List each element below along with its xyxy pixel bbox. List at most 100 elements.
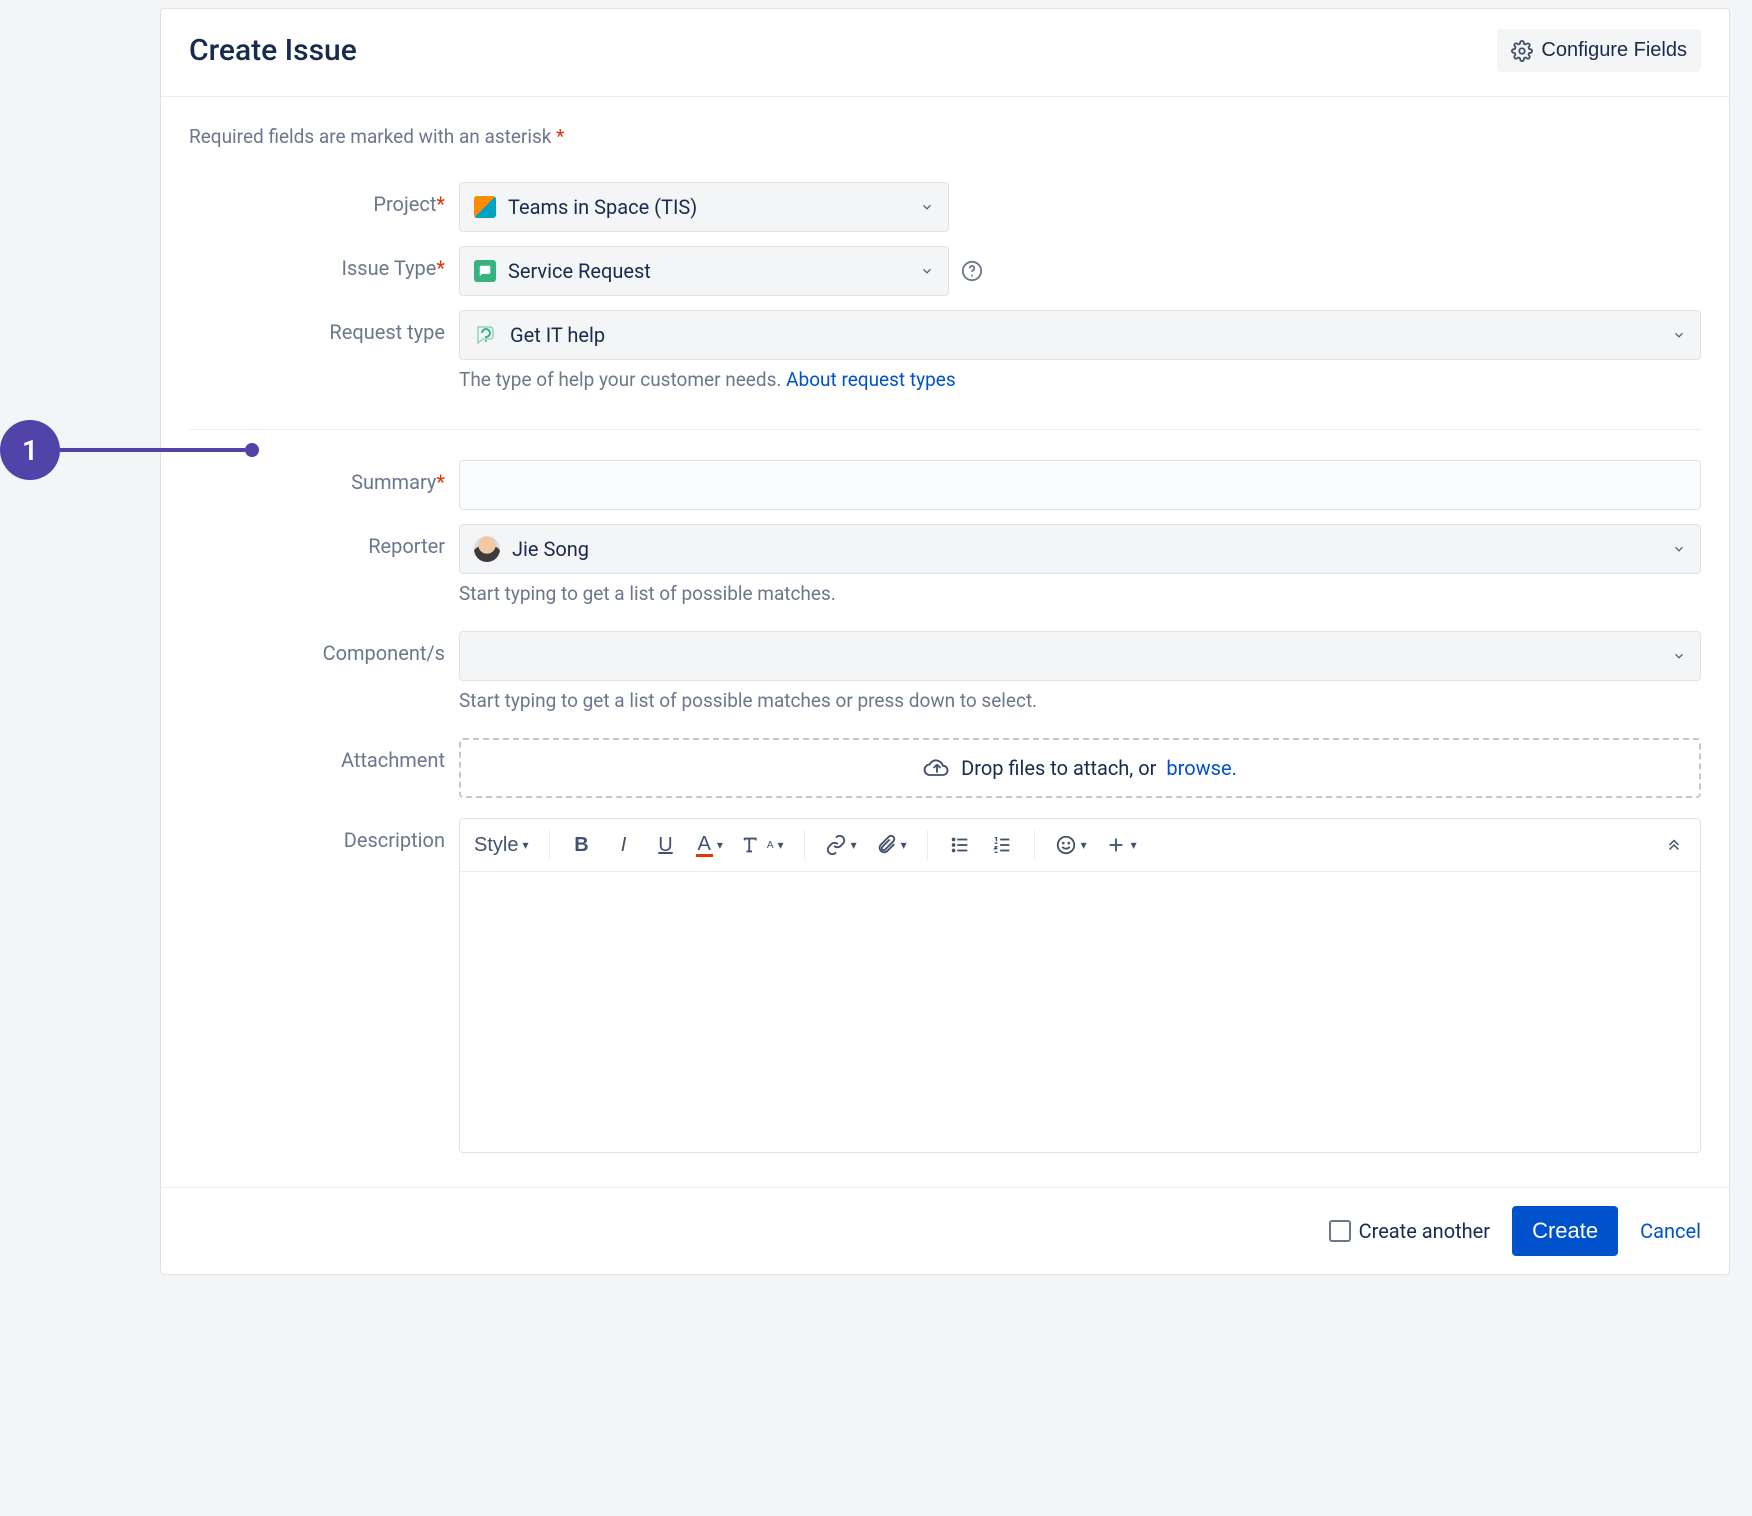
chevron-down-icon: ▾ bbox=[1081, 838, 1087, 852]
style-label: Style bbox=[474, 834, 518, 857]
attachment-button[interactable]: ▾ bbox=[867, 823, 915, 867]
asterisk-icon: * bbox=[556, 125, 564, 148]
summary-input[interactable] bbox=[459, 460, 1701, 510]
emoji-icon bbox=[1055, 834, 1077, 856]
paperclip-icon bbox=[875, 834, 897, 856]
create-another-checkbox[interactable]: Create another bbox=[1329, 1219, 1490, 1243]
request-type-help: The type of help your customer needs. Ab… bbox=[459, 368, 1701, 391]
summary-label-text: Summary bbox=[351, 470, 436, 494]
dialog-footer: Create another Create Cancel bbox=[161, 1187, 1729, 1274]
project-label: Project* bbox=[189, 182, 459, 216]
numbered-list-icon bbox=[991, 834, 1013, 856]
issue-type-help-icon[interactable] bbox=[961, 260, 983, 282]
questions-icon bbox=[474, 323, 498, 347]
description-editor: Style ▾ B I U A▾ A▾ bbox=[459, 818, 1701, 1153]
browse-link[interactable]: browse. bbox=[1166, 756, 1236, 780]
callout-annotation: 1 bbox=[0, 420, 259, 480]
chevron-down-icon bbox=[1672, 542, 1686, 556]
request-type-value: Get IT help bbox=[510, 323, 605, 347]
chevron-down-icon bbox=[1672, 328, 1686, 342]
reporter-value: Jie Song bbox=[512, 537, 589, 561]
request-type-label: Request type bbox=[189, 310, 459, 344]
chevron-down-icon: ▾ bbox=[851, 838, 857, 852]
asterisk-icon: * bbox=[436, 256, 445, 280]
configure-fields-button[interactable]: Configure Fields bbox=[1497, 29, 1701, 72]
chevron-down-icon: ▾ bbox=[1131, 838, 1137, 852]
section-divider bbox=[189, 429, 1701, 430]
issue-type-value: Service Request bbox=[508, 259, 651, 283]
italic-button[interactable]: I bbox=[604, 823, 644, 867]
request-type-help-text: The type of help your customer needs. bbox=[459, 368, 786, 391]
request-type-select[interactable]: Get IT help bbox=[459, 310, 1701, 360]
double-chevron-up-icon bbox=[1665, 836, 1683, 854]
checkbox-icon bbox=[1329, 1220, 1351, 1242]
chevron-down-icon: ▾ bbox=[778, 838, 784, 852]
chevron-down-icon: ▾ bbox=[522, 838, 528, 852]
toolbar-separator bbox=[804, 830, 805, 860]
create-button[interactable]: Create bbox=[1512, 1206, 1618, 1256]
project-label-text: Project bbox=[373, 192, 436, 216]
emoji-button[interactable]: ▾ bbox=[1047, 823, 1095, 867]
callout-line bbox=[60, 448, 245, 452]
required-note: Required fields are marked with an aster… bbox=[189, 125, 1701, 148]
description-label: Description bbox=[189, 818, 459, 852]
components-help: Start typing to get a list of possible m… bbox=[459, 689, 1701, 712]
editor-toolbar: Style ▾ B I U A▾ A▾ bbox=[460, 819, 1700, 872]
asterisk-icon: * bbox=[436, 192, 445, 216]
required-note-text: Required fields are marked with an aster… bbox=[189, 125, 556, 148]
configure-fields-label: Configure Fields bbox=[1541, 39, 1687, 62]
dialog-title: Create Issue bbox=[189, 33, 357, 68]
dialog-header: Create Issue Configure Fields bbox=[161, 9, 1729, 97]
chevron-down-icon bbox=[920, 200, 934, 214]
bullet-list-button[interactable] bbox=[940, 823, 980, 867]
project-select[interactable]: Teams in Space (TIS) bbox=[459, 182, 949, 232]
collapse-toolbar-button[interactable] bbox=[1654, 823, 1694, 867]
project-avatar-icon bbox=[474, 196, 496, 218]
components-label: Component/s bbox=[189, 631, 459, 665]
style-dropdown[interactable]: Style ▾ bbox=[466, 823, 537, 867]
more-formatting-button[interactable]: A▾ bbox=[733, 823, 792, 867]
reporter-select[interactable]: Jie Song bbox=[459, 524, 1701, 574]
about-request-types-link[interactable]: About request types bbox=[786, 368, 955, 391]
chevron-down-icon: ▾ bbox=[717, 838, 723, 852]
toolbar-separator bbox=[549, 830, 550, 860]
formatting-icon bbox=[741, 834, 763, 856]
asterisk-icon: * bbox=[436, 470, 445, 494]
issue-type-label: Issue Type* bbox=[189, 246, 459, 280]
underline-button[interactable]: U bbox=[646, 823, 686, 867]
attachment-dropzone[interactable]: Drop files to attach, or browse. bbox=[459, 738, 1701, 798]
create-another-label: Create another bbox=[1359, 1219, 1490, 1243]
cloud-upload-icon bbox=[923, 754, 951, 782]
toolbar-separator bbox=[1034, 830, 1035, 860]
link-button[interactable]: ▾ bbox=[817, 823, 865, 867]
components-select[interactable] bbox=[459, 631, 1701, 681]
project-value: Teams in Space (TIS) bbox=[508, 195, 697, 219]
text-color-button[interactable]: A▾ bbox=[688, 823, 731, 867]
reporter-help: Start typing to get a list of possible m… bbox=[459, 582, 1701, 605]
numbered-list-button[interactable] bbox=[982, 823, 1022, 867]
cancel-link[interactable]: Cancel bbox=[1640, 1219, 1701, 1243]
reporter-avatar bbox=[474, 536, 500, 562]
callout-dot bbox=[245, 443, 259, 457]
create-issue-dialog: Create Issue Configure Fields Required f… bbox=[160, 8, 1730, 1275]
insert-more-button[interactable]: ▾ bbox=[1097, 823, 1145, 867]
dialog-body: Required fields are marked with an aster… bbox=[161, 97, 1729, 1187]
chevron-down-icon: ▾ bbox=[901, 838, 907, 852]
chevron-down-icon bbox=[920, 264, 934, 278]
description-textarea[interactable] bbox=[460, 872, 1700, 1152]
link-icon bbox=[825, 834, 847, 856]
callout-number: 1 bbox=[0, 420, 60, 480]
reporter-label: Reporter bbox=[189, 524, 459, 558]
issue-type-label-text: Issue Type bbox=[342, 256, 437, 280]
bold-button[interactable]: B bbox=[562, 823, 602, 867]
bullet-list-icon bbox=[949, 834, 971, 856]
chevron-down-icon bbox=[1672, 649, 1686, 663]
service-request-icon bbox=[474, 260, 496, 282]
plus-icon bbox=[1105, 834, 1127, 856]
gear-icon bbox=[1511, 40, 1533, 62]
browse-label: browse bbox=[1166, 756, 1231, 780]
dropzone-text: Drop files to attach, or bbox=[961, 756, 1156, 780]
toolbar-separator bbox=[927, 830, 928, 860]
issue-type-select[interactable]: Service Request bbox=[459, 246, 949, 296]
attachment-label: Attachment bbox=[189, 738, 459, 772]
